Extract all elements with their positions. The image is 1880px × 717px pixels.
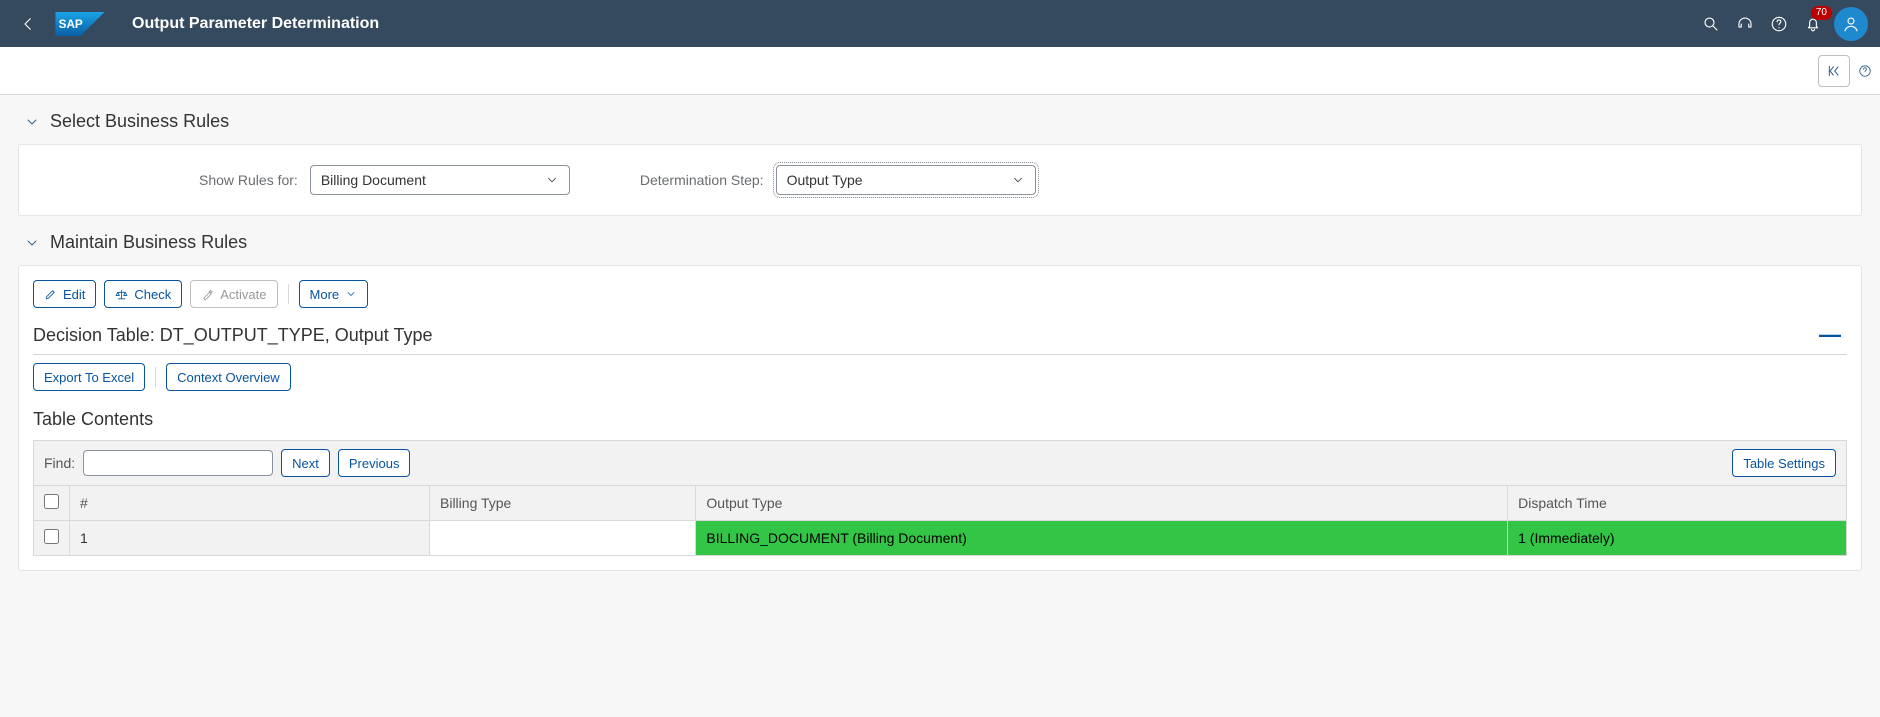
separator (288, 284, 289, 304)
find-input[interactable] (83, 450, 273, 476)
balance-icon (115, 288, 128, 301)
col-dispatch-time: Dispatch Time (1508, 486, 1847, 521)
page-title: Output Parameter Determination (132, 15, 379, 33)
select-all-checkbox[interactable] (44, 494, 59, 509)
cell-dispatch-time[interactable]: 1 (Immediately) (1508, 521, 1847, 556)
support-icon[interactable] (1728, 7, 1762, 41)
section-title-maintain: Maintain Business Rules (50, 232, 247, 253)
table-header-row: # Billing Type Output Type Dispatch Time (34, 486, 1847, 521)
context-overview-button[interactable]: Context Overview (166, 363, 291, 391)
collapse-icon[interactable]: — (1819, 322, 1847, 348)
row-checkbox[interactable] (44, 529, 59, 544)
chevron-down-icon (1011, 173, 1025, 187)
expand-collapse-button[interactable] (1818, 55, 1850, 87)
user-avatar-button[interactable] (1834, 7, 1868, 41)
cell-billing-type[interactable] (430, 521, 696, 556)
determination-step-select[interactable]: Output Type (776, 165, 1036, 195)
previous-button[interactable]: Previous (338, 449, 411, 477)
svg-text:SAP: SAP (59, 18, 83, 31)
decision-table-title-row: Decision Table: DT_OUTPUT_TYPE, Output T… (33, 310, 1847, 355)
activate-button: Activate (190, 280, 277, 308)
maintain-toolbar: Edit Check Activate More (33, 266, 1847, 310)
decision-table-title: Decision Table: DT_OUTPUT_TYPE, Output T… (33, 325, 433, 346)
sub-toolbar (0, 47, 1880, 95)
cell-output-type[interactable]: BILLING_DOCUMENT (Billing Document) (696, 521, 1508, 556)
table-settings-button[interactable]: Table Settings (1732, 449, 1836, 477)
back-button[interactable] (12, 8, 44, 40)
edit-button[interactable]: Edit (33, 280, 96, 308)
sap-logo: SAP (48, 12, 112, 36)
next-button[interactable]: Next (281, 449, 330, 477)
separator (155, 367, 156, 387)
shell-header: SAP Output Parameter Determination 70 (0, 0, 1880, 47)
export-toolbar: Export To Excel Context Overview (33, 355, 1847, 393)
maintain-rules-panel: Edit Check Activate More Decision Table:… (18, 265, 1862, 571)
table-contents-title: Table Contents (33, 393, 1847, 440)
wand-icon (201, 288, 214, 301)
decision-table: # Billing Type Output Type Dispatch Time… (33, 485, 1847, 556)
col-billing-type: Billing Type (430, 486, 696, 521)
notifications-icon[interactable]: 70 (1796, 7, 1830, 41)
more-button[interactable]: More (299, 280, 369, 308)
determination-value: Output Type (787, 172, 863, 188)
chevron-down-icon[interactable] (24, 114, 40, 130)
show-rules-value: Billing Document (321, 172, 426, 188)
show-rules-select[interactable]: Billing Document (310, 165, 570, 195)
chevron-down-icon (545, 173, 559, 187)
section-maintain-business-rules: Maintain Business Rules (0, 216, 1880, 265)
help-icon[interactable] (1762, 7, 1796, 41)
find-bar: Find: Next Previous Table Settings (33, 440, 1847, 485)
chevron-down-icon[interactable] (24, 235, 40, 251)
col-index: # (70, 486, 430, 521)
col-output-type: Output Type (696, 486, 1508, 521)
find-label: Find: (44, 455, 75, 471)
cell-index: 1 (70, 521, 430, 556)
export-excel-button[interactable]: Export To Excel (33, 363, 145, 391)
pencil-icon (44, 288, 57, 301)
notification-badge: 70 (1811, 6, 1832, 20)
section-title-select: Select Business Rules (50, 111, 229, 132)
select-rules-panel: Show Rules for: Billing Document Determi… (18, 144, 1862, 216)
check-button[interactable]: Check (104, 280, 182, 308)
search-icon[interactable] (1694, 7, 1728, 41)
table-row[interactable]: 1 BILLING_DOCUMENT (Billing Document) 1 … (34, 521, 1847, 556)
show-rules-label: Show Rules for: (199, 172, 298, 188)
determination-label: Determination Step: (640, 172, 764, 188)
section-select-business-rules: Select Business Rules (0, 95, 1880, 144)
chevron-down-icon (345, 288, 357, 300)
help-toggle-icon[interactable] (1856, 55, 1874, 87)
